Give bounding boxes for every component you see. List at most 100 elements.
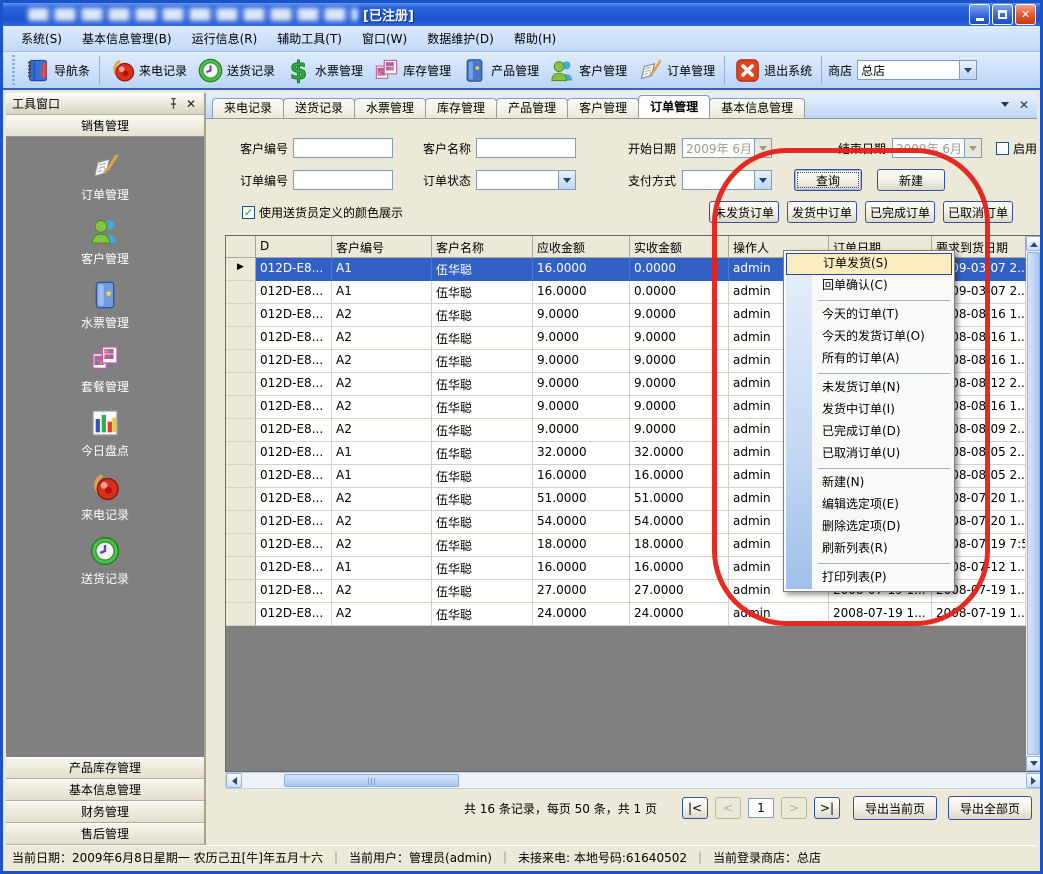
sidebar-close-icon[interactable]: ✕: [184, 97, 198, 111]
courier-color-checkbox[interactable]: [242, 206, 255, 219]
row-selector-cell[interactable]: [226, 419, 256, 442]
shop-select[interactable]: 总店: [857, 60, 977, 80]
toolbar-button[interactable]: $水票管理: [280, 55, 368, 86]
row-selector-cell[interactable]: [226, 534, 256, 557]
context-menu-item[interactable]: 今天的订单(T): [786, 304, 952, 326]
chevron-down-icon[interactable]: [959, 61, 976, 79]
row-selector-cell[interactable]: [226, 373, 256, 396]
chevron-down-icon[interactable]: [558, 171, 575, 189]
row-selector-cell[interactable]: ▶: [226, 258, 256, 281]
menubar-item[interactable]: 窗口(W): [352, 26, 417, 51]
export-current-page-button[interactable]: 导出当前页: [853, 796, 937, 820]
row-selector-cell[interactable]: [226, 396, 256, 419]
order-status-filter-button[interactable]: 已完成订单: [865, 201, 935, 223]
tab-active[interactable]: 订单管理: [638, 95, 710, 118]
context-menu-item[interactable]: 发货中订单(I): [786, 399, 952, 421]
chevron-down-icon[interactable]: [964, 139, 981, 157]
context-menu-item[interactable]: 编辑选定项(E): [786, 494, 952, 516]
table-row[interactable]: 012D-E8...A2伍华聪24.000024.0000admin2008-0…: [226, 603, 1026, 626]
context-menu-item[interactable]: 未发货订单(N): [786, 377, 952, 399]
toolbar-button[interactable]: 导航条: [19, 55, 95, 86]
tab-close-icon[interactable]: ✕: [1019, 100, 1029, 114]
context-menu-item[interactable]: 今天的发货订单(O): [786, 326, 952, 348]
sidebar-section-button[interactable]: 基本信息管理: [6, 779, 204, 801]
order-no-input[interactable]: [293, 170, 393, 190]
chevron-down-icon[interactable]: [754, 171, 771, 189]
sidebar-section-button[interactable]: 财务管理: [6, 801, 204, 823]
new-button[interactable]: 新建: [877, 169, 945, 191]
scroll-up-icon[interactable]: [1026, 236, 1041, 251]
context-menu-item[interactable]: 刷新列表(R): [786, 538, 952, 560]
chevron-down-icon[interactable]: [754, 139, 771, 157]
toolbar-button[interactable]: 订单管理: [632, 55, 720, 86]
row-selector-cell[interactable]: [226, 442, 256, 465]
row-selector-cell[interactable]: [226, 580, 256, 603]
tab-item[interactable]: 库存管理: [425, 98, 497, 118]
minimize-button[interactable]: [969, 4, 990, 25]
first-page-button[interactable]: |<: [682, 797, 708, 819]
row-selector-cell[interactable]: [226, 350, 256, 373]
customer-no-input[interactable]: [293, 138, 393, 158]
customer-name-input[interactable]: [476, 138, 576, 158]
context-menu-item[interactable]: 回单确认(C): [786, 275, 952, 297]
column-header[interactable]: D: [256, 236, 332, 258]
close-button[interactable]: ✕: [1015, 4, 1036, 25]
scroll-right-icon[interactable]: [1026, 773, 1042, 788]
menubar-item[interactable]: 帮助(H): [504, 26, 566, 51]
sidebar-item[interactable]: 今日盘点: [6, 401, 204, 465]
row-selector-cell[interactable]: [226, 511, 256, 534]
grid-vertical-scrollbar[interactable]: [1026, 236, 1042, 771]
toolbar-button[interactable]: 库存管理: [368, 55, 456, 86]
query-button[interactable]: 查询: [794, 169, 862, 191]
start-date-picker[interactable]: 2009年 6月 8日: [682, 138, 772, 158]
vscroll-thumb[interactable]: [1027, 252, 1040, 755]
prev-page-button[interactable]: <: [715, 797, 741, 819]
toolbar-button[interactable]: 来电记录: [104, 55, 192, 86]
toolbar-button[interactable]: 退出系统: [729, 55, 817, 86]
toolbar-grip[interactable]: [10, 55, 16, 85]
sidebar-section-button[interactable]: 售后管理: [6, 823, 204, 845]
tab-item[interactable]: 送货记录: [283, 98, 355, 118]
pin-icon[interactable]: [167, 97, 180, 110]
scroll-left-icon[interactable]: [226, 773, 242, 788]
column-header[interactable]: 应收金额: [533, 236, 630, 258]
sidebar-item[interactable]: 客户管理: [6, 209, 204, 273]
order-status-filter-button[interactable]: 发货中订单: [787, 201, 857, 223]
sidebar-section-button[interactable]: 产品库存管理: [6, 757, 204, 779]
tab-item[interactable]: 来电记录: [212, 98, 284, 118]
context-menu-item[interactable]: 订单发货(S): [786, 253, 952, 275]
menubar-item[interactable]: 数据维护(D): [417, 26, 504, 51]
column-header[interactable]: 实收金额: [630, 236, 729, 258]
maximize-button[interactable]: [992, 4, 1013, 25]
last-page-button[interactable]: >|: [814, 797, 840, 819]
column-header[interactable]: [226, 236, 256, 258]
menubar-item[interactable]: 辅助工具(T): [267, 26, 352, 51]
menubar-item[interactable]: 基本信息管理(B): [72, 26, 182, 51]
export-all-pages-button[interactable]: 导出全部页: [948, 796, 1032, 820]
scroll-down-icon[interactable]: [1026, 756, 1041, 771]
enable-checkbox[interactable]: [996, 142, 1009, 155]
sidebar-item[interactable]: 水票管理: [6, 273, 204, 337]
sidebar-item[interactable]: 订单管理: [6, 145, 204, 209]
sidebar-item[interactable]: 套餐管理: [6, 337, 204, 401]
row-selector-cell[interactable]: [226, 281, 256, 304]
context-menu-item[interactable]: 所有的订单(A): [786, 348, 952, 370]
row-selector-cell[interactable]: [226, 557, 256, 580]
tab-item[interactable]: 水票管理: [354, 98, 426, 118]
order-status-select[interactable]: [476, 170, 576, 190]
toolbar-button[interactable]: 送货记录: [192, 55, 280, 86]
page-number-input[interactable]: [748, 798, 774, 818]
pay-method-select[interactable]: [682, 170, 772, 190]
context-menu-item[interactable]: 已完成订单(D): [786, 421, 952, 443]
grid-horizontal-scrollbar[interactable]: [225, 772, 1043, 789]
toolbar-button[interactable]: 客户管理: [544, 55, 632, 86]
context-menu-item[interactable]: 新建(N): [786, 472, 952, 494]
column-header[interactable]: 客户名称: [432, 236, 533, 258]
menubar-item[interactable]: 运行信息(R): [182, 26, 268, 51]
tab-item[interactable]: 客户管理: [567, 98, 639, 118]
sidebar-item[interactable]: 送货记录: [6, 529, 204, 593]
menubar-item[interactable]: 系统(S): [11, 26, 72, 51]
row-selector-cell[interactable]: [226, 603, 256, 626]
context-menu-item[interactable]: 删除选定项(D): [786, 516, 952, 538]
context-menu-item[interactable]: 已取消订单(U): [786, 443, 952, 465]
